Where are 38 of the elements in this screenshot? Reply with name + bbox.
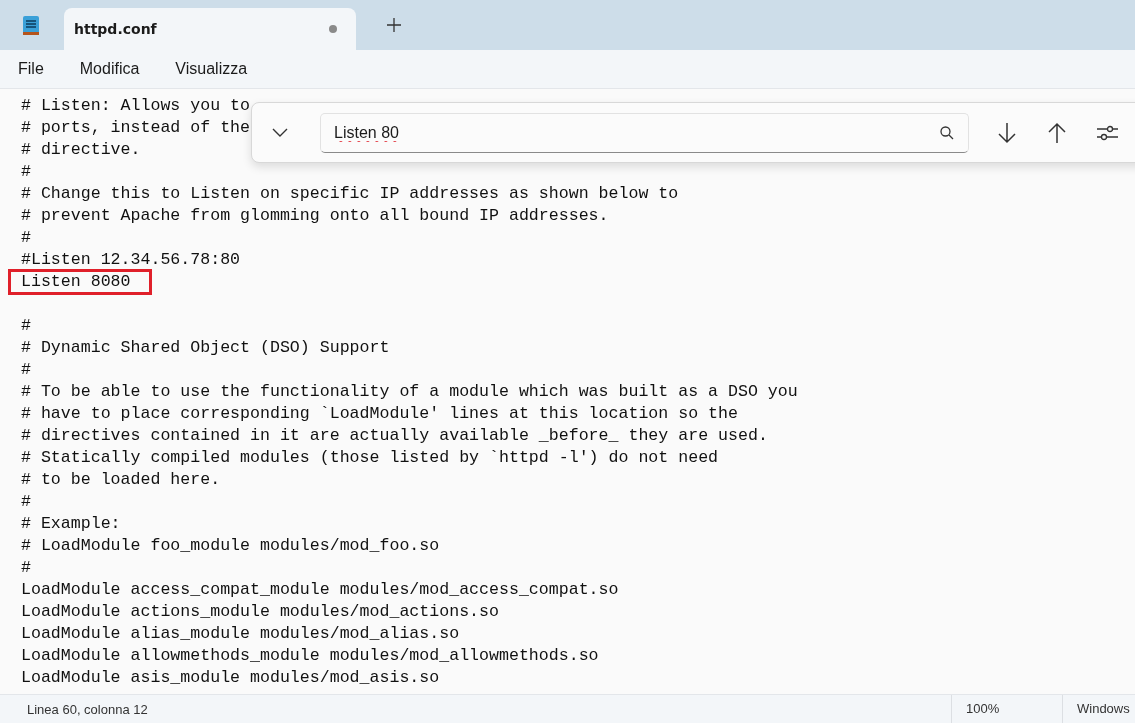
code-line: LoadModule asis_module modules/mod_asis.so <box>21 667 440 689</box>
code-line: # <box>21 557 31 579</box>
plus-icon <box>387 18 401 32</box>
zoom-level: 100% <box>951 695 1062 723</box>
menu-item[interactable]: Modifica <box>65 60 153 78</box>
code-line: # Dynamic Shared Object (DSO) Support <box>21 337 390 359</box>
code-line: # <box>21 161 31 183</box>
code-line: # to be loaded here. <box>21 469 221 491</box>
code-line: LoadModule access_compat_module modules/mod_access_compat.so <box>21 579 619 601</box>
code-line: LoadModule actions_module modules/mod_actions.so <box>21 601 499 623</box>
code-line: # LoadModule foo_module modules/mod_foo.so <box>21 535 440 557</box>
code-line: # ports, instead of the <box>21 117 251 139</box>
notepad-icon <box>22 14 40 36</box>
code-line: LoadModule allowmethods_module modules/mod_allowmethods.so <box>21 645 599 667</box>
code-line: # <box>21 227 31 249</box>
search-icon[interactable] <box>940 125 954 140</box>
code-line: # <box>21 315 31 337</box>
file-tab[interactable]: httpd.conf <box>64 8 356 50</box>
code-line: #Listen 12.34.56.78:80 <box>21 249 241 271</box>
code-line: LoadModule alias_module modules/mod_alias.so <box>21 623 460 645</box>
code-line: # prevent Apache from glomming onto all bound IP addresses. <box>21 205 609 227</box>
highlighted-code-line: Listen 8080 <box>10 271 150 293</box>
code-line: # Listen: Allows you to <box>21 95 251 117</box>
code-line: # <box>21 359 31 381</box>
code-line: # directive. <box>21 139 141 161</box>
code-line: # Change this to Listen on specific IP addresses as shown below to <box>21 183 679 205</box>
cursor-position: Linea 60, colonna 12 <box>26 701 149 717</box>
code-line: # Example: <box>21 513 121 535</box>
line-ending: Windows <box>1062 695 1135 723</box>
code-line: # have to place corresponding `LoadModule' lines at this location so the <box>21 403 738 425</box>
menu-item[interactable]: File <box>4 60 57 78</box>
menu-item[interactable]: Visualizza <box>161 60 261 78</box>
code-line: # Statically compiled modules (those listed by `httpd -l') do not need <box>21 447 719 469</box>
code-line: # directives contained in it are actually available _before_ they are used. <box>21 425 768 447</box>
code-line: # <box>21 491 31 513</box>
find-field[interactable]: Listen 80 <box>320 112 969 153</box>
code-line: # To be able to use the functionality of a module which was built as a DSO you <box>21 381 798 403</box>
tab-title: httpd.conf <box>74 21 157 37</box>
